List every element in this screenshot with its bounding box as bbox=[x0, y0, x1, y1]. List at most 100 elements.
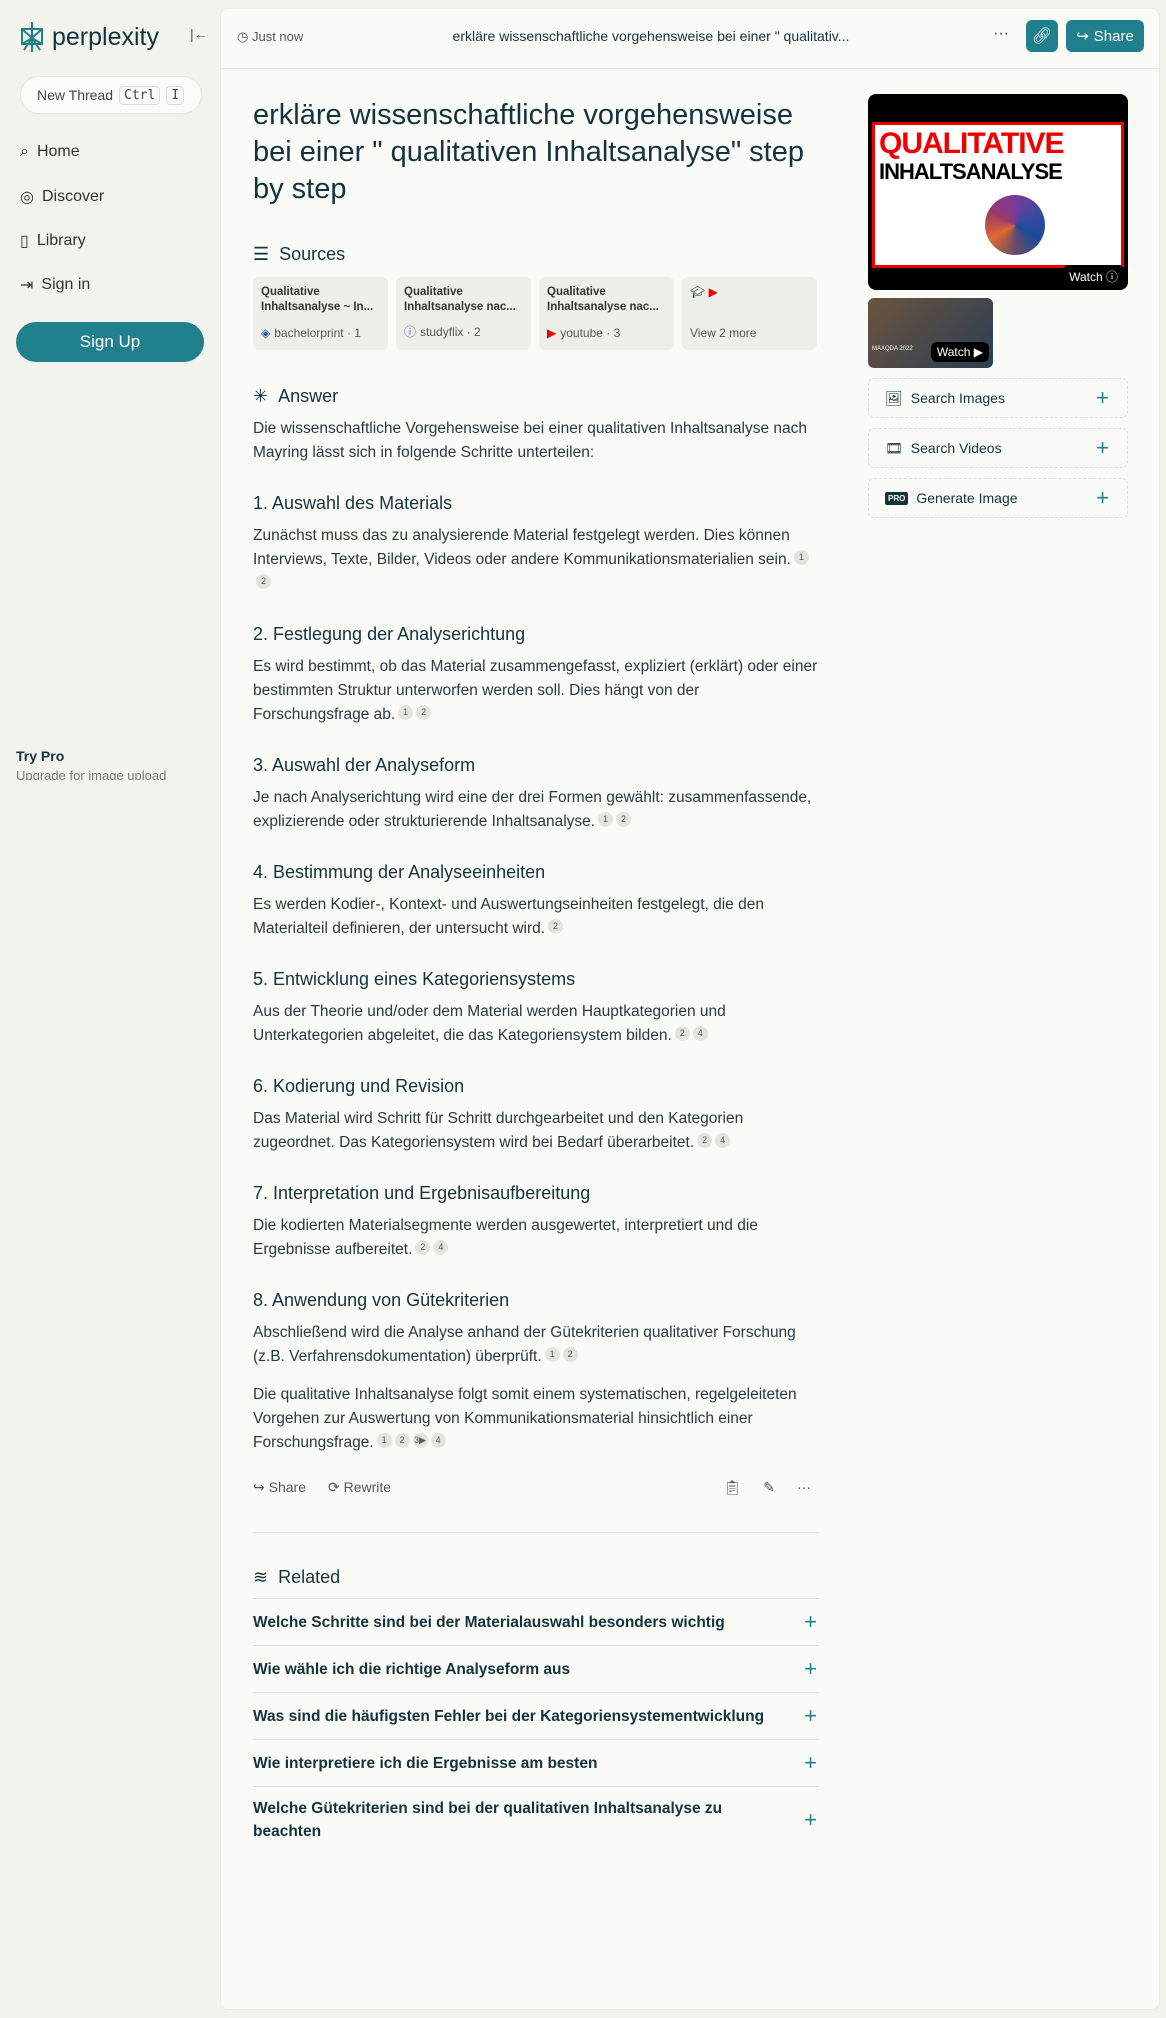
source-title: Qualitative bbox=[547, 286, 606, 298]
video-thumbnail[interactable]: QUALITATIVE INHALTSANALYSE Watch ⓘ bbox=[868, 94, 1128, 290]
citation-badge[interactable]: 4 bbox=[430, 1433, 446, 1448]
sidebar-item-library[interactable]: ▯ Library bbox=[20, 231, 86, 251]
citation-badge[interactable]: 4 bbox=[433, 1240, 449, 1255]
studyflix-icon: ⓘ bbox=[404, 325, 417, 339]
citation-badge[interactable]: 2 bbox=[697, 1133, 713, 1148]
share-icon: ↪ bbox=[1076, 28, 1089, 45]
citation-badge[interactable]: 2 bbox=[548, 919, 564, 934]
citation-badge[interactable]: 2 bbox=[562, 1347, 578, 1362]
thumbnail-caption: MAXQDA 2022 bbox=[872, 346, 913, 352]
nav-label: Home bbox=[36, 143, 80, 160]
share-answer-button[interactable]: ↪ Share bbox=[253, 1479, 306, 1496]
library-icon: ▯ bbox=[20, 233, 29, 250]
related-question[interactable]: Was sind die häufigsten Fehler bei der K… bbox=[253, 1692, 819, 1739]
step-heading: 1. Auswahl des Materials bbox=[253, 493, 453, 513]
citation-badge[interactable]: 4 bbox=[715, 1133, 731, 1148]
source-site: studyflix · 2 bbox=[420, 324, 481, 339]
more-options-icon[interactable]: ··· bbox=[993, 25, 1009, 43]
plus-icon: + bbox=[1096, 385, 1109, 410]
watch-button[interactable]: Watch ⓘ bbox=[1063, 265, 1124, 288]
rewrite-button[interactable]: ⟳ Rewrite bbox=[328, 1479, 391, 1496]
step-body: Abschließend wird die Analyse anhand der… bbox=[253, 1324, 796, 1365]
related-question[interactable]: Wie wähle ich die richtige Analyseform a… bbox=[253, 1645, 819, 1692]
plus-icon: + bbox=[804, 1807, 817, 1832]
answer-actions: ↪ Share ⟳ Rewrite 📋︎ ✎ ··· bbox=[253, 1479, 819, 1496]
citation-badge[interactable]: 1 bbox=[598, 812, 614, 827]
step-heading: 5. Entwicklung eines Kategoriensystems bbox=[253, 969, 576, 989]
citation-badge[interactable]: 2 bbox=[416, 705, 432, 720]
step-heading: 8. Anwendung von Gütekriterien bbox=[253, 1290, 510, 1310]
collapse-sidebar-icon[interactable]: |← bbox=[190, 26, 208, 42]
plus-icon: + bbox=[804, 1609, 817, 1634]
step-body: Die kodierten Materialsegmente werden au… bbox=[253, 1217, 758, 1258]
view-more-sources[interactable]: 🎓︎ ▶ View 2 more bbox=[682, 277, 817, 350]
compass-icon: ◎ bbox=[20, 189, 34, 206]
source-title: Inhaltsanalyse nac... bbox=[404, 301, 516, 313]
brand-name: perplexity bbox=[52, 22, 159, 51]
step-heading: 6. Kodierung und Revision bbox=[253, 1076, 465, 1096]
citation-badge[interactable]: 4 bbox=[692, 1026, 708, 1041]
citation-badge[interactable]: 1 bbox=[376, 1433, 392, 1448]
related-question[interactable]: Wie interpretiere ich die Ergebnisse am … bbox=[253, 1739, 819, 1786]
related-question[interactable]: Welche Gütekriterien sind bei der qualit… bbox=[253, 1786, 819, 1853]
citation-badge[interactable]: 1 bbox=[398, 705, 414, 720]
conclusion: Die qualitative Inhaltsanalyse folgt som… bbox=[253, 1383, 819, 1455]
sidebar-item-discover[interactable]: ◎ Discover bbox=[20, 187, 104, 207]
new-thread-button[interactable]: New Thread Ctrl I bbox=[20, 76, 202, 114]
sidebar-item-home[interactable]: ⌕ Home bbox=[20, 143, 80, 161]
search-videos-button[interactable]: 🎞︎ Search Videos + bbox=[868, 428, 1128, 468]
more-icon[interactable]: ··· bbox=[797, 1479, 811, 1496]
source-site: bachelorprint · 1 bbox=[274, 326, 361, 340]
nav-label: Sign in bbox=[41, 276, 91, 293]
answer-heading-text: Answer bbox=[278, 386, 339, 406]
source-card[interactable]: Qualitative Inhaltsanalyse nac... ⓘ studyfl… bbox=[396, 277, 531, 350]
answer-body: Die wissenschaftliche Vorgehensweise bei… bbox=[253, 417, 819, 1455]
citation-badge[interactable]: 2 bbox=[256, 574, 271, 589]
related-question[interactable]: Welche Schritte sind bei der Materialaus… bbox=[253, 1598, 819, 1645]
timestamp-text: Just now bbox=[251, 29, 304, 44]
bachelorprint-icon: ◈ bbox=[261, 326, 271, 340]
youtube-icon: ▶ bbox=[547, 326, 557, 340]
video-thumbnail[interactable]: MAXQDA 2022 Watch ▶ bbox=[868, 298, 993, 368]
plus-icon: + bbox=[804, 1656, 817, 1681]
search-images-button[interactable]: 🖼︎ Search Images + bbox=[868, 378, 1128, 418]
try-pro-title[interactable]: Try Pro bbox=[16, 748, 64, 764]
sign-up-button[interactable]: Sign Up bbox=[16, 322, 204, 362]
citation-badge[interactable]: 1 bbox=[793, 550, 809, 565]
copy-link-button[interactable]: 🔗︎ bbox=[1026, 20, 1058, 52]
related-list: Welche Schritte sind bei der Materialaus… bbox=[253, 1598, 819, 1853]
source-card[interactable]: Qualitative Inhaltsanalyse nac... ▶ youtube… bbox=[539, 277, 674, 350]
logo[interactable]: perplexity bbox=[18, 20, 159, 54]
image-icon: 🖼︎ bbox=[885, 389, 903, 406]
graduation-cap-icon: 🎓︎ bbox=[690, 285, 706, 299]
source-card[interactable]: Qualitative Inhaltsanalyse ~ In... ◈ bachel… bbox=[253, 277, 388, 350]
citation-badge[interactable]: 2 bbox=[616, 812, 632, 827]
citation-badge[interactable]: 3▶ bbox=[412, 1433, 428, 1448]
sources-icon: ☰ bbox=[253, 244, 270, 264]
conclusion-text: Die qualitative Inhaltsanalyse folgt som… bbox=[253, 1386, 797, 1451]
citation-badge[interactable]: 2 bbox=[674, 1026, 690, 1041]
step-text: Aus der Theorie und/oder dem Material we… bbox=[253, 1000, 819, 1048]
sources-list: Qualitative Inhaltsanalyse ~ In... ◈ bachel… bbox=[253, 277, 819, 350]
watch-button[interactable]: Watch ▶ bbox=[930, 342, 989, 362]
citation-badge[interactable]: 2 bbox=[415, 1240, 431, 1255]
edit-icon[interactable]: ✎ bbox=[763, 1479, 775, 1496]
plus-icon: + bbox=[804, 1750, 817, 1775]
related-heading: ≋ Related bbox=[253, 1567, 819, 1588]
citation-badge[interactable]: 1 bbox=[544, 1347, 560, 1362]
sources-heading: ☰ Sources bbox=[253, 244, 819, 265]
new-thread-label: New Thread bbox=[37, 87, 114, 103]
perplexity-answer-icon: ✳ bbox=[253, 386, 269, 406]
perplexity-logo-icon bbox=[21, 22, 43, 52]
source-title: Inhaltsanalyse ~ In... bbox=[261, 301, 374, 313]
generate-image-button[interactable]: PRO Generate Image + bbox=[868, 478, 1128, 518]
copy-icon[interactable]: 📋︎ bbox=[723, 1479, 741, 1496]
timestamp: ◷ Just now bbox=[237, 29, 304, 44]
divider bbox=[253, 1532, 819, 1533]
sidebar-item-sign-in[interactable]: ⇥ Sign in bbox=[20, 275, 90, 295]
share-button[interactable]: ↪ Share bbox=[1066, 20, 1144, 52]
sidebar: perplexity |← New Thread Ctrl I ⌕ Home ◎ D… bbox=[0, 0, 220, 2018]
citation-badge[interactable]: 2 bbox=[394, 1433, 410, 1448]
plus-icon: + bbox=[1096, 435, 1109, 460]
nav-label: Discover bbox=[41, 188, 105, 205]
